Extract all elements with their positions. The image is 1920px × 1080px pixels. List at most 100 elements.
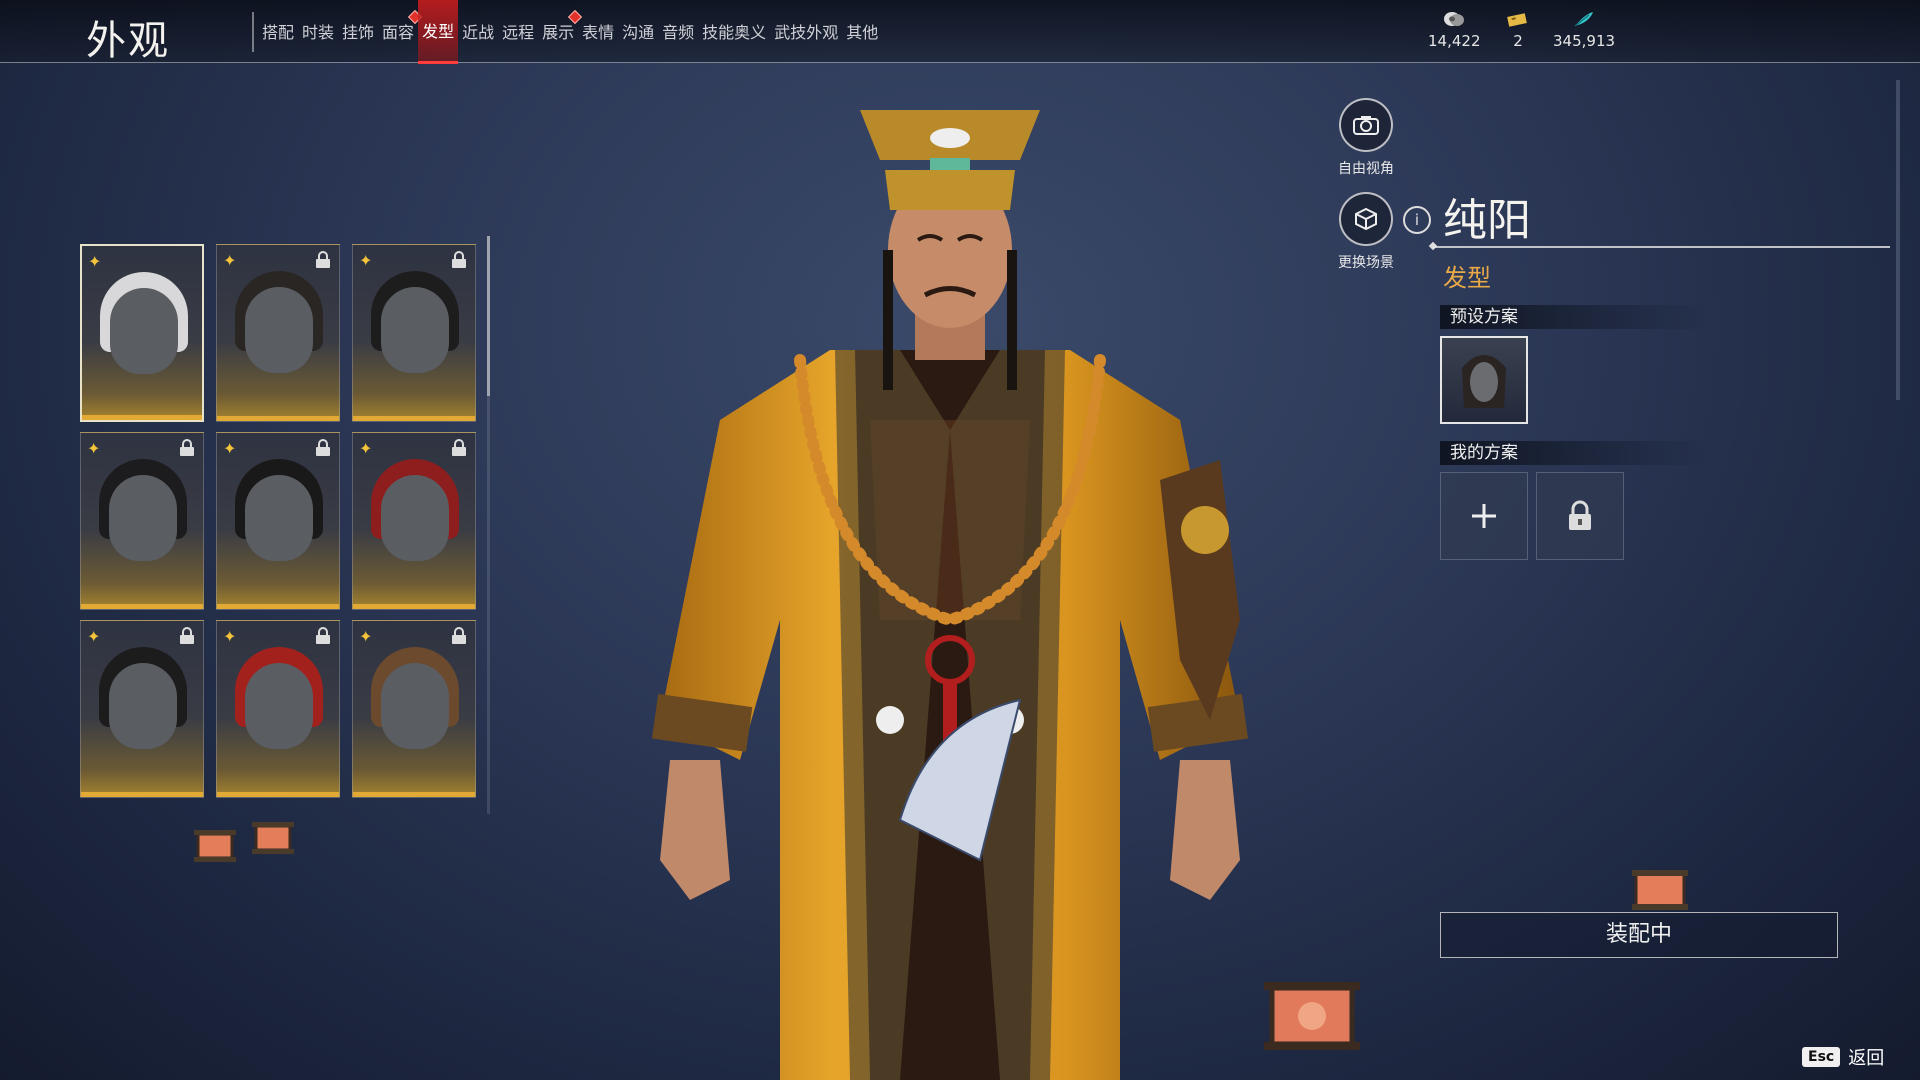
feather-icon <box>1574 12 1594 27</box>
change-scene-button[interactable]: 更换场景 <box>1321 192 1411 272</box>
add-scheme-button[interactable] <box>1440 472 1528 560</box>
tab-6[interactable]: 远程 <box>498 0 538 62</box>
tab-11[interactable]: 技能奥义 <box>698 0 770 62</box>
preset-hair-thumbnail <box>1462 355 1506 408</box>
tab-label: 沟通 <box>622 23 655 42</box>
back-label: 返回 <box>1848 1048 1885 1069</box>
tab-5[interactable]: 近战 <box>458 0 498 62</box>
rarity-bar <box>353 792 475 797</box>
tab-4[interactable]: 发型 <box>418 0 459 64</box>
page-title: 外观 <box>86 18 170 64</box>
tab-0[interactable]: 搭配 <box>258 0 298 62</box>
hairstyle-card[interactable]: ✦ <box>352 432 476 610</box>
lock-icon <box>180 439 194 456</box>
rarity-bar <box>81 604 203 609</box>
hairstyle-card[interactable]: ✦ <box>80 244 204 422</box>
head-silhouette <box>381 287 449 373</box>
tab-2[interactable]: 挂饰 <box>338 0 378 62</box>
category-label: 发型 <box>1443 264 1491 292</box>
preset-section-header: 预设方案 <box>1440 305 1710 329</box>
currency-feather-value: 345,913 <box>1553 32 1616 50</box>
equipped-button[interactable]: 装配中 <box>1440 912 1838 958</box>
top-divider <box>0 62 1920 63</box>
school-divider <box>1433 246 1890 248</box>
hairstyle-card[interactable]: ✦ <box>80 432 204 610</box>
rarity-icon: ✦ <box>223 251 237 270</box>
tab-label: 近战 <box>462 23 495 42</box>
tab-label: 武技外观 <box>774 23 839 42</box>
tab-label: 技能奥义 <box>702 23 767 42</box>
head-silhouette <box>381 663 449 749</box>
lantern-decor <box>194 830 236 862</box>
currency-feather: 345,913 <box>1553 10 1615 50</box>
free-view-label: 自由视角 <box>1338 161 1394 177</box>
lantern-decor <box>1264 982 1360 1050</box>
head-silhouette <box>109 475 177 561</box>
lock-icon <box>180 627 194 644</box>
character-model[interactable] <box>600 100 1300 1080</box>
tab-label: 发型 <box>422 21 455 41</box>
lock-icon <box>452 439 466 456</box>
my-section-header: 我的方案 <box>1440 441 1710 465</box>
cube-icon <box>1339 192 1393 246</box>
tab-8[interactable]: 表情 <box>578 0 618 62</box>
lantern-decor <box>252 822 294 854</box>
rarity-icon: ✦ <box>88 252 102 271</box>
tab-label: 表情 <box>582 23 615 42</box>
rarity-bar <box>353 416 475 421</box>
rarity-bar <box>81 792 203 797</box>
hairstyle-card[interactable]: ✦ <box>80 620 204 798</box>
currency-ticket-value: 2 <box>1513 32 1523 50</box>
hairstyle-grid: ✦ ✦ ✦ ✦ ✦ ✦ ✦ ✦ ✦ <box>80 244 480 798</box>
rarity-bar <box>217 792 339 797</box>
school-name: 纯阳 <box>1443 195 1531 246</box>
tab-7[interactable]: 展示 <box>538 0 583 62</box>
rarity-icon: ✦ <box>223 627 237 646</box>
currency-coin-value: 14,422 <box>1428 32 1481 50</box>
camera-icon <box>1339 98 1393 152</box>
tab-13[interactable]: 其他 <box>842 0 882 62</box>
plus-icon <box>1472 504 1496 528</box>
tab-10[interactable]: 音频 <box>658 0 698 62</box>
hairstyle-card[interactable]: ✦ <box>352 244 476 422</box>
lock-icon <box>1569 500 1591 530</box>
change-scene-label: 更换场景 <box>1338 255 1394 271</box>
rarity-icon: ✦ <box>87 439 101 458</box>
tab-3[interactable]: 面容 <box>378 0 423 62</box>
currency-ticket: 2 <box>1506 10 1530 50</box>
tab-9[interactable]: 沟通 <box>618 0 658 62</box>
free-view-button[interactable]: 自由视角 <box>1321 98 1411 178</box>
lock-icon <box>316 439 330 456</box>
ticket-icon <box>1507 13 1527 27</box>
hairstyle-card[interactable]: ✦ <box>352 620 476 798</box>
coin-icon <box>1444 12 1465 26</box>
hairstyle-card[interactable]: ✦ <box>216 620 340 798</box>
preset-slot[interactable] <box>1440 336 1528 424</box>
head-silhouette <box>245 663 313 749</box>
locked-scheme-slot[interactable] <box>1536 472 1624 560</box>
tab-label: 搭配 <box>262 23 295 42</box>
tab-label: 远程 <box>502 23 535 42</box>
back-button[interactable]: Esc 返回 <box>1802 1044 1884 1070</box>
tab-12[interactable]: 武技外观 <box>770 0 842 62</box>
title-separator <box>252 12 254 52</box>
lock-icon <box>316 627 330 644</box>
tab-label: 挂饰 <box>342 23 375 42</box>
category-tabs: 搭配 时装 挂饰 面容 发型 近战 远程 展示 表情 沟通 音频 技能奥义 武技外观 其他 <box>258 0 882 64</box>
right-scroll-edge <box>1896 80 1900 400</box>
hairstyle-card[interactable]: ✦ <box>216 432 340 610</box>
info-icon[interactable]: i <box>1403 206 1431 234</box>
grid-scrollbar-thumb[interactable] <box>487 236 490 396</box>
head-silhouette <box>109 663 177 749</box>
tab-label: 其他 <box>846 23 879 42</box>
rarity-bar <box>353 604 475 609</box>
lock-icon <box>452 251 466 268</box>
lantern-decor <box>1632 870 1688 910</box>
rarity-icon: ✦ <box>87 627 101 646</box>
rarity-icon: ✦ <box>359 251 373 270</box>
tab-label: 音频 <box>662 23 695 42</box>
currency-coin: 14,422 <box>1428 10 1481 50</box>
tab-1[interactable]: 时装 <box>298 0 338 62</box>
rarity-icon: ✦ <box>359 439 373 458</box>
hairstyle-card[interactable]: ✦ <box>216 244 340 422</box>
